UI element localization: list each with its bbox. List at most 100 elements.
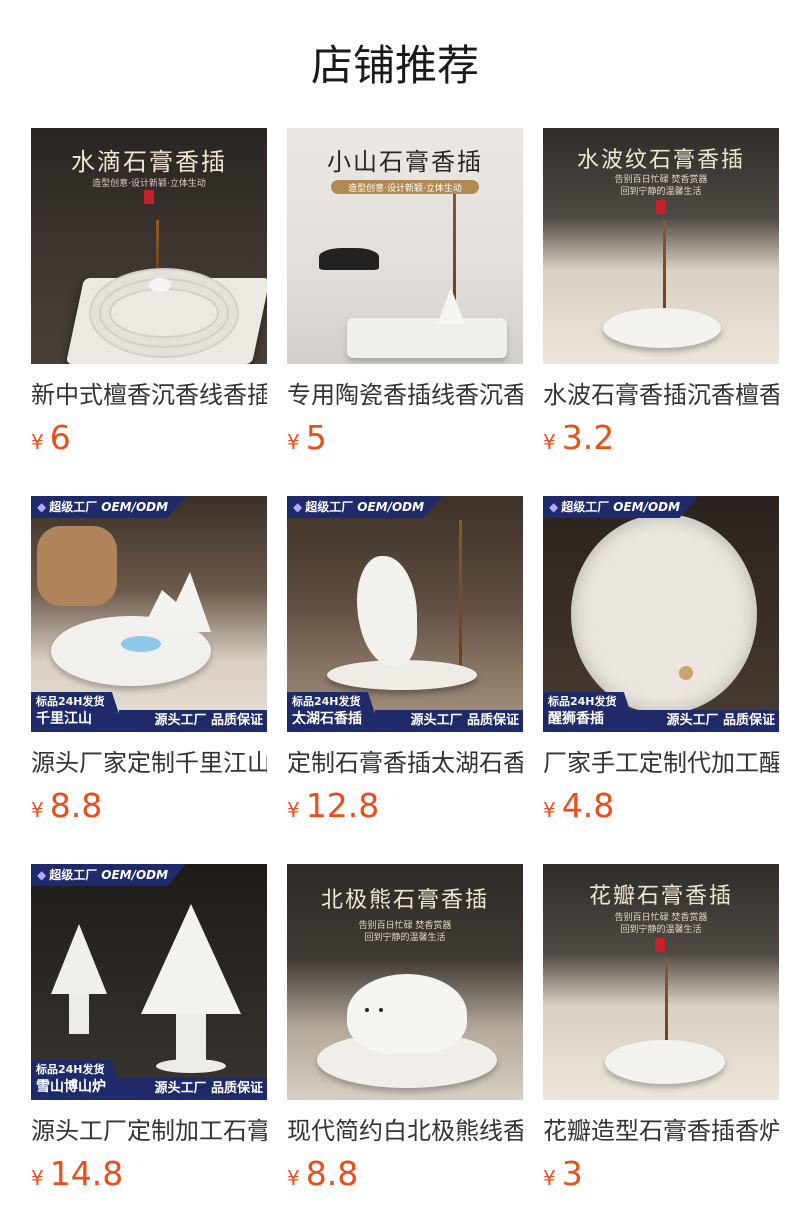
product-name[interactable]: 现代简约白北极熊线香 bbox=[287, 1114, 523, 1148]
currency-symbol: ¥ bbox=[31, 430, 44, 454]
product-price: ¥12.8 bbox=[287, 786, 379, 826]
thumb-title: 水滴石膏香插 bbox=[71, 148, 227, 176]
thumb-title: 花瓣石膏香插 bbox=[588, 884, 733, 909]
product-card[interactable]: 水滴石膏香插 造型创意·设计新颖·立体生动 新中式檀香沉香线香插 ¥6 bbox=[31, 128, 267, 457]
product-card[interactable]: ◆ 超级工厂 OEM/ODM 标品24H发货 太湖石香插 源头工厂 品质保证 定制石膏… bbox=[287, 496, 523, 825]
product-image[interactable]: 花瓣石膏香插 告别百日忙碌 焚香赏器 回到宁静的温馨生活 bbox=[543, 864, 779, 1100]
currency-symbol: ¥ bbox=[287, 1166, 300, 1190]
product-name[interactable]: 新中式檀香沉香线香插 bbox=[31, 378, 267, 412]
incense-stick bbox=[453, 194, 456, 304]
product-name[interactable]: 专用陶瓷香插线香沉香 bbox=[287, 378, 523, 412]
drop-holder bbox=[149, 278, 171, 292]
product-name[interactable]: 厂家手工定制代加工醒 bbox=[543, 746, 779, 780]
shipping-label: 标品24H发货 bbox=[36, 1063, 105, 1076]
mountain-censer bbox=[141, 904, 241, 1014]
taihu-rock bbox=[357, 556, 417, 666]
product-price: ¥8.8 bbox=[287, 1154, 358, 1194]
mountain-relief bbox=[141, 572, 211, 632]
product-image[interactable]: 小山石膏香插 造型创意·设计新颖·立体生动 bbox=[287, 128, 523, 364]
product-card[interactable]: 小山石膏香插 造型创意·设计新颖·立体生动 专用陶瓷香插线香沉香 ¥5 bbox=[287, 128, 523, 457]
price-value: 14.8 bbox=[49, 1154, 124, 1193]
thumb-subtitle-2: 回到宁静的温馨生活 bbox=[364, 933, 446, 943]
promo-band: 标品24H发货 雪山博山炉 源头工厂 品质保证 bbox=[31, 1060, 267, 1100]
product-image[interactable]: ◆ 超级工厂 OEM/ODM 标品24H发货 醒狮香插 源头工厂 品质保证 bbox=[543, 496, 779, 732]
factory-badge: ◆ 超级工厂 OEM/ODM bbox=[31, 496, 187, 518]
blue-pond bbox=[121, 636, 161, 652]
product-image[interactable]: 水波纹石膏香插 告别百日忙碌 焚香赏器 回到宁静的温馨生活 bbox=[543, 128, 779, 364]
product-card[interactable]: ◆ 超级工厂 OEM/ODM 标品24H发货 千里江山 源头工厂 品质保证 源头厂家定… bbox=[31, 496, 267, 825]
product-image[interactable]: ◆ 超级工厂 OEM/ODM 标品24H发货 雪山博山炉 源头工厂 品质保证 bbox=[31, 864, 267, 1100]
quality-label: 源头工厂 品质保证 bbox=[375, 710, 523, 732]
quality-label: 源头工厂 品质保证 bbox=[631, 710, 779, 732]
thumb-title: 水波纹石膏香插 bbox=[576, 148, 745, 173]
product-price: ¥3.2 bbox=[543, 418, 614, 458]
thumb-subtitle: 造型创意·设计新颖·立体生动 bbox=[92, 179, 206, 189]
factory-badge: ◆ 超级工厂 OEM/ODM bbox=[543, 496, 699, 518]
section-title: 店铺推荐 bbox=[310, 41, 479, 90]
quality-label: 源头工厂 品质保证 bbox=[119, 710, 267, 732]
product-card[interactable]: 北极熊石膏香插 告别百日忙碌 焚香赏器 回到宁静的温馨生活 现代简约白北极熊线香… bbox=[287, 864, 523, 1193]
thumb-subtitle: 造型创意·设计新颖·立体生动 bbox=[348, 184, 462, 194]
thumb-subtitle-2: 回到宁静的温馨生活 bbox=[620, 925, 702, 935]
thumb-subtitle-2: 回到宁静的温馨生活 bbox=[620, 187, 702, 197]
currency-symbol: ¥ bbox=[31, 798, 44, 822]
ripple-rings bbox=[109, 288, 219, 338]
currency-symbol: ¥ bbox=[543, 430, 556, 454]
product-card[interactable]: ◆ 超级工厂 OEM/ODM 标品24H发货 醒狮香插 源头工厂 品质保证 厂家手工定… bbox=[543, 496, 779, 825]
currency-symbol: ¥ bbox=[287, 430, 300, 454]
product-image[interactable]: 水滴石膏香插 造型创意·设计新颖·立体生动 bbox=[31, 128, 267, 364]
price-value: 5 bbox=[305, 418, 327, 457]
price-value: 6 bbox=[49, 418, 71, 457]
product-price: ¥5 bbox=[287, 418, 327, 458]
product-tag: 太湖石香插 bbox=[292, 711, 362, 727]
incense-stick bbox=[156, 220, 159, 282]
product-tag: 雪山博山炉 bbox=[36, 1079, 106, 1095]
lion-disc bbox=[571, 514, 757, 714]
currency-symbol: ¥ bbox=[31, 1166, 44, 1190]
teapot bbox=[37, 526, 117, 606]
shipping-label: 标品24H发货 bbox=[36, 695, 105, 708]
diamond-icon: ◆ bbox=[37, 500, 47, 514]
product-name[interactable]: 源头厂家定制千里江山 bbox=[31, 746, 267, 780]
factory-badge: ◆ 超级工厂 OEM/ODM bbox=[31, 864, 187, 886]
promo-band: 标品24H发货 醒狮香插 源头工厂 品质保证 bbox=[543, 692, 779, 732]
product-price: ¥14.8 bbox=[31, 1154, 123, 1194]
product-image[interactable]: ◆ 超级工厂 OEM/ODM 标品24H发货 千里江山 源头工厂 品质保证 bbox=[31, 496, 267, 732]
mountain-holder bbox=[437, 288, 465, 324]
product-name[interactable]: 花瓣造型石膏香插香炉 bbox=[543, 1114, 779, 1148]
product-card[interactable]: 水波纹石膏香插 告别百日忙碌 焚香赏器 回到宁静的温馨生活 水波石膏香插沉香檀香… bbox=[543, 128, 779, 457]
price-value: 8.8 bbox=[305, 1154, 359, 1193]
product-image[interactable]: ◆ 超级工厂 OEM/ODM 标品24H发货 太湖石香插 源头工厂 品质保证 bbox=[287, 496, 523, 732]
seal-stamp bbox=[144, 190, 154, 204]
product-image[interactable]: 北极熊石膏香插 告别百日忙碌 焚香赏器 回到宁静的温馨生活 bbox=[287, 864, 523, 1100]
product-card[interactable]: ◆ 超级工厂 OEM/ODM 标品24H发货 雪山博山炉 源头工厂 品质保证 源头工厂… bbox=[31, 864, 267, 1193]
product-name[interactable]: 定制石膏香插太湖石香 bbox=[287, 746, 523, 780]
product-price: ¥3 bbox=[543, 1154, 583, 1194]
product-tag: 千里江山 bbox=[36, 711, 92, 727]
small-censer bbox=[51, 924, 107, 994]
promo-band: 标品24H发货 太湖石香插 源头工厂 品质保证 bbox=[287, 692, 523, 732]
seal-stamp bbox=[656, 200, 666, 214]
product-name[interactable]: 水波石膏香插沉香檀香 bbox=[543, 378, 779, 412]
ink-stone bbox=[319, 248, 379, 270]
polar-bear bbox=[347, 974, 467, 1054]
price-value: 8.8 bbox=[49, 786, 103, 825]
thumb-title: 北极熊石膏香插 bbox=[320, 888, 489, 913]
diamond-icon: ◆ bbox=[293, 500, 303, 514]
product-price: ¥8.8 bbox=[31, 786, 102, 826]
factory-badge: ◆ 超级工厂 OEM/ODM bbox=[287, 496, 443, 518]
round-holder bbox=[603, 308, 721, 348]
thumb-title: 小山石膏香插 bbox=[327, 148, 483, 176]
diamond-icon: ◆ bbox=[549, 500, 559, 514]
product-card[interactable]: 花瓣石膏香插 告别百日忙碌 焚香赏器 回到宁静的温馨生活 花瓣造型石膏香插香炉 … bbox=[543, 864, 779, 1193]
currency-symbol: ¥ bbox=[543, 798, 556, 822]
shipping-label: 标品24H发货 bbox=[292, 695, 361, 708]
incense-stick bbox=[459, 520, 462, 670]
tray bbox=[347, 318, 507, 358]
currency-symbol: ¥ bbox=[543, 1166, 556, 1190]
product-price: ¥4.8 bbox=[543, 786, 614, 826]
price-value: 3 bbox=[561, 1154, 583, 1193]
seal-stamp bbox=[655, 938, 665, 952]
product-name[interactable]: 源头工厂定制加工石膏 bbox=[31, 1114, 267, 1148]
diamond-icon: ◆ bbox=[37, 868, 47, 882]
